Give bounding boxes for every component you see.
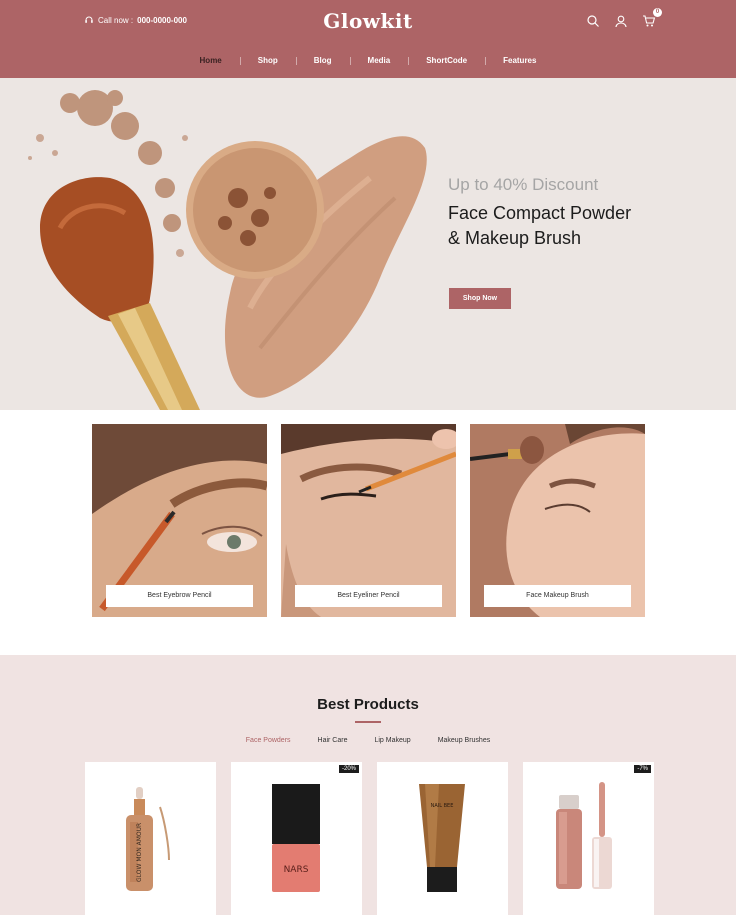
nav-media[interactable]: Media [349,56,409,65]
svg-text:GLOW MON AMOUR: GLOW MON AMOUR [136,823,143,882]
hero-subtitle: Up to 40% Discount [448,175,599,194]
lip-gloss-image [556,782,612,889]
search-icon[interactable] [586,14,600,28]
category-card-eyebrow[interactable]: Best Eyebrow Pencil [92,424,267,617]
product-card[interactable]: GLOW MON AMOUR [85,762,216,915]
shop-now-button[interactable]: Shop Now [449,288,511,309]
nav-blog[interactable]: Blog [295,56,350,65]
product-card[interactable]: -7% [523,762,654,915]
product-card[interactable]: -20% NARS [231,762,362,915]
cream-tube-image: NAIL BEE [419,784,465,892]
category-label[interactable]: Best Eyeliner Pencil [295,585,442,607]
svg-text:NARS: NARS [284,865,309,875]
tab-hair-care[interactable]: Hair Care [318,737,348,744]
product-card[interactable]: NAIL BEE [377,762,508,915]
nav-shortcode[interactable]: ShortCode [408,56,485,65]
nav-features[interactable]: Features [485,56,554,65]
cart-count-badge: 0 [653,8,662,17]
product-grid: GLOW MON AMOUR -20% NARS NAIL BEE -7% [85,762,654,915]
category-label[interactable]: Best Eyebrow Pencil [106,585,253,607]
hero-title-line-2: & Makeup Brush [448,228,582,248]
best-products-section: Best Products Face Powders Hair Care Lip… [0,655,736,915]
hero-text: Up to 40% Discount Face Compact Powder &… [448,175,631,251]
nav-home[interactable]: Home [182,56,240,65]
category-card-brush[interactable]: Face Makeup Brush [470,424,645,617]
category-card-eyeliner[interactable]: Best Eyeliner Pencil [281,424,456,617]
hero-title-line-1: Face Compact Powder [448,203,632,223]
user-icon[interactable] [614,14,628,28]
product-tabs: Face Powders Hair Care Lip Makeup Makeup… [0,737,736,744]
hero-banner: Up to 40% Discount Face Compact Powder &… [0,78,736,410]
hero-title: Face Compact Powder & Makeup Brush [448,201,631,251]
tab-makeup-brushes[interactable]: Makeup Brushes [438,737,491,744]
title-underline [355,721,381,723]
tab-lip-makeup[interactable]: Lip Makeup [374,737,410,744]
nav-shop[interactable]: Shop [239,56,296,65]
discount-badge: -20% [338,765,359,773]
tab-face-powders[interactable]: Face Powders [246,737,291,744]
category-label[interactable]: Face Makeup Brush [484,585,631,607]
discount-badge: -7% [634,765,651,773]
nail-polish-bottle-image: NARS [272,784,320,892]
section-title: Best Products [317,696,419,713]
main-nav: Home Shop Blog Media ShortCode Features [0,56,736,65]
cart-icon[interactable]: 0 [642,8,662,28]
serum-dropper-bottle-image: GLOW MON AMOUR [126,787,170,891]
site-header: Call now : 000-0000-000 Glowkit 0 Home S… [0,0,736,78]
category-cards: Best Eyebrow Pencil Best Eyeliner Pencil… [92,424,645,617]
svg-text:NAIL BEE: NAIL BEE [431,803,454,809]
